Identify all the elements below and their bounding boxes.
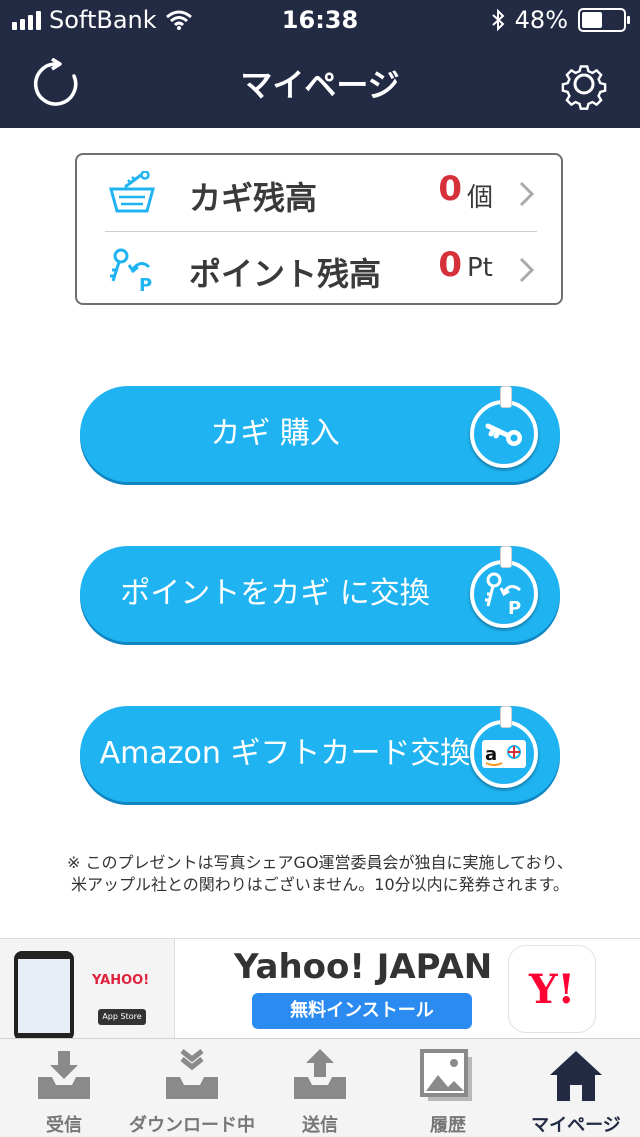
page-title: マイページ bbox=[240, 66, 400, 104]
amazon-gift-button[interactable]: Amazon ギフトカード交換 a bbox=[80, 706, 560, 802]
disclaimer-line-1: ※ このプレゼントは写真シェアGO運営委員会が独自に実施しており、 bbox=[67, 853, 573, 872]
svg-text:P: P bbox=[139, 275, 152, 293]
buy-key-label: カギ 購入 bbox=[210, 416, 340, 451]
tab-bar: 受信 ダウンロード中 送信 履歴 マイページ bbox=[0, 1038, 640, 1137]
key-point-icon: P bbox=[485, 572, 521, 619]
yahoo-logo: Y! bbox=[508, 945, 596, 1033]
amazon-icon: a bbox=[482, 740, 526, 768]
chevron-right-icon bbox=[519, 181, 535, 207]
disclaimer-line-2: 米アップル社との関わりはございません。10分以内に発券されます。 bbox=[70, 875, 570, 894]
tab-mypage-label: マイページ bbox=[531, 1115, 621, 1136]
buy-key-button[interactable]: カギ 購入 bbox=[80, 386, 560, 482]
inbox-download-icon bbox=[38, 1051, 90, 1099]
home-icon bbox=[550, 1051, 602, 1101]
tab-history[interactable]: 履歴 bbox=[384, 1039, 512, 1137]
ad-thumbnail: YAHOO! App Store bbox=[0, 939, 175, 1041]
downloading-icon bbox=[166, 1049, 218, 1099]
key-icon bbox=[485, 423, 522, 446]
battery-percent: 48% bbox=[514, 6, 568, 34]
key-balance-unit: 個 bbox=[467, 183, 494, 213]
tab-history-label: 履歴 bbox=[430, 1115, 466, 1136]
exchange-points-label: ポイントをカギ に交換 bbox=[120, 576, 430, 611]
point-balance-unit: Pt bbox=[467, 253, 493, 283]
basket-key-icon bbox=[109, 171, 155, 213]
upload-icon bbox=[294, 1049, 346, 1099]
tab-receive-label: 受信 bbox=[46, 1115, 82, 1136]
point-balance-label: ポイント残高 bbox=[189, 255, 382, 293]
tab-send[interactable]: 送信 bbox=[256, 1039, 384, 1137]
battery-icon bbox=[578, 8, 630, 32]
tab-send-label: 送信 bbox=[302, 1115, 338, 1136]
amazon-gift-label: Amazon ギフトカード交換 bbox=[99, 736, 471, 771]
status-bar: SoftBank 16:38 48% bbox=[0, 0, 640, 40]
ad-install-button[interactable]: 無料インストール bbox=[252, 993, 472, 1029]
chevron-right-icon bbox=[519, 257, 535, 283]
ad-title: Yahoo! JAPAN bbox=[234, 947, 493, 987]
key-point-icon: P bbox=[110, 248, 152, 293]
balance-card: カギ残高 0 個 P ポイント残高 0 Pt bbox=[75, 153, 563, 305]
ad-banner[interactable]: YAHOO! App Store Yahoo! JAPAN 無料インストール Y… bbox=[0, 938, 640, 1041]
key-balance-value: 0 bbox=[438, 169, 462, 209]
header: SoftBank 16:38 48% マイページ bbox=[0, 0, 640, 128]
phone-illustration bbox=[14, 951, 74, 1041]
key-balance-label: カギ残高 bbox=[189, 179, 318, 217]
bluetooth-icon bbox=[491, 9, 505, 31]
point-balance-value: 0 bbox=[438, 245, 462, 285]
point-balance-row[interactable]: P ポイント残高 0 Pt bbox=[77, 233, 561, 307]
tab-downloading[interactable]: ダウンロード中 bbox=[128, 1039, 256, 1137]
tab-mypage[interactable]: マイページ bbox=[512, 1039, 640, 1137]
ad-thumb-logo: YAHOO! bbox=[92, 973, 150, 988]
amazon-badge: a bbox=[470, 706, 538, 788]
key-balance-row[interactable]: カギ残高 0 個 bbox=[77, 157, 561, 231]
svg-text:a: a bbox=[485, 744, 497, 765]
tab-receive[interactable]: 受信 bbox=[0, 1039, 128, 1137]
gear-icon[interactable] bbox=[558, 58, 610, 110]
disclaimer-note: ※ このプレゼントは写真シェアGO運営委員会が独自に実施しており、 米アップル社… bbox=[0, 852, 640, 896]
app-store-badge: App Store bbox=[98, 1009, 146, 1025]
tab-downloading-label: ダウンロード中 bbox=[129, 1115, 255, 1136]
key-badge bbox=[470, 386, 538, 468]
divider bbox=[105, 231, 537, 232]
svg-text:P: P bbox=[508, 598, 521, 619]
exchange-badge: P bbox=[470, 546, 538, 628]
gallery-icon bbox=[420, 1049, 472, 1101]
exchange-points-button[interactable]: ポイントをカギ に交換 P bbox=[80, 546, 560, 642]
